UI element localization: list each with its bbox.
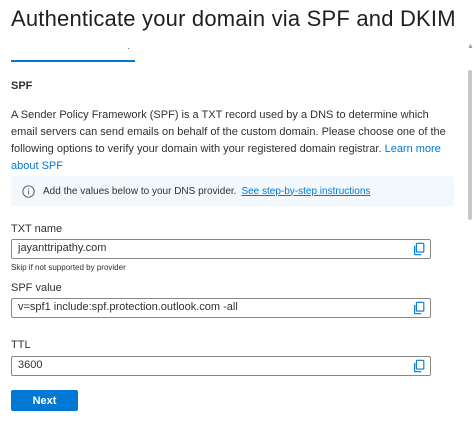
info-icon	[22, 184, 35, 198]
spf-value-field[interactable]: v=spf1 include:spf.protection.outlook.co…	[11, 298, 431, 318]
txt-name-value: jayanttripathy.com	[18, 242, 107, 254]
dialog-content: . SPF A Sender Policy Framework (SPF) is…	[0, 40, 466, 377]
next-button[interactable]: Next	[11, 390, 78, 411]
tab-active-indicator	[11, 60, 135, 62]
spf-description: A Sender Policy Framework (SPF) is a TXT…	[11, 107, 451, 175]
info-message-bar: Add the values below to your DNS provide…	[11, 176, 454, 206]
spf-value-value: v=spf1 include:spf.protection.outlook.co…	[18, 301, 238, 313]
scroll-thumb[interactable]	[468, 70, 472, 220]
txt-name-helper: Skip if not supported by provider	[11, 263, 126, 272]
step-by-step-link[interactable]: See step-by-step instructions	[241, 186, 370, 197]
ttl-label: TTL	[11, 339, 31, 351]
info-text: Add the values below to your DNS provide…	[43, 185, 237, 197]
txt-name-label: TXT name	[11, 223, 63, 235]
section-heading-spf: SPF	[11, 80, 33, 92]
copy-icon[interactable]	[412, 242, 426, 256]
vertical-scrollbar[interactable]: ▲	[466, 40, 474, 377]
dialog-title: Authenticate your domain via SPF and DKI…	[11, 6, 456, 31]
copy-icon[interactable]	[412, 359, 426, 373]
spf-description-text: A Sender Policy Framework (SPF) is a TXT…	[11, 109, 446, 155]
copy-icon[interactable]	[412, 301, 426, 315]
spf-value-label: SPF value	[11, 282, 62, 294]
tab-label-partial: .	[127, 41, 130, 52]
scroll-up-arrow-icon[interactable]: ▲	[467, 43, 474, 50]
dialog-footer: Next	[0, 377, 474, 421]
ttl-value: 3600	[18, 359, 43, 371]
tab-partial[interactable]: .	[11, 40, 135, 62]
ttl-field[interactable]: 3600	[11, 356, 431, 376]
txt-name-field[interactable]: jayanttripathy.com	[11, 239, 431, 259]
